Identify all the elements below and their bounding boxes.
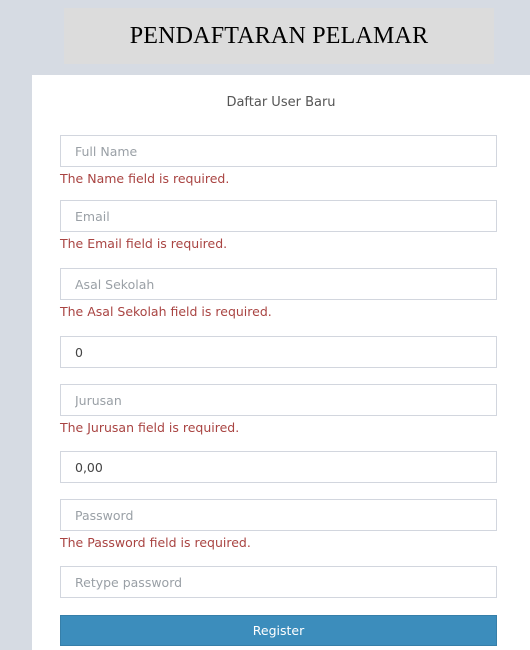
jurusan-error: The Jurusan field is required.: [60, 420, 240, 435]
asal-sekolah-error: The Asal Sekolah field is required.: [60, 304, 272, 319]
jurusan-input[interactable]: [60, 384, 497, 416]
email-error: The Email field is required.: [60, 236, 228, 251]
password-error: The Password field is required.: [60, 535, 251, 550]
full-name-input[interactable]: [60, 135, 497, 167]
page-title: PENDAFTARAN PELAMAR: [64, 8, 494, 64]
register-panel: Daftar User Baru The Name field is requi…: [32, 75, 530, 650]
email-input[interactable]: [60, 200, 497, 232]
number-input[interactable]: [60, 336, 497, 368]
register-button[interactable]: Register: [60, 615, 497, 646]
score-input[interactable]: [60, 451, 497, 483]
password-input[interactable]: [60, 499, 497, 531]
asal-sekolah-input[interactable]: [60, 268, 497, 300]
full-name-error: The Name field is required.: [60, 171, 230, 186]
retype-password-input[interactable]: [60, 566, 497, 598]
form-subtitle: Daftar User Baru: [226, 95, 336, 110]
